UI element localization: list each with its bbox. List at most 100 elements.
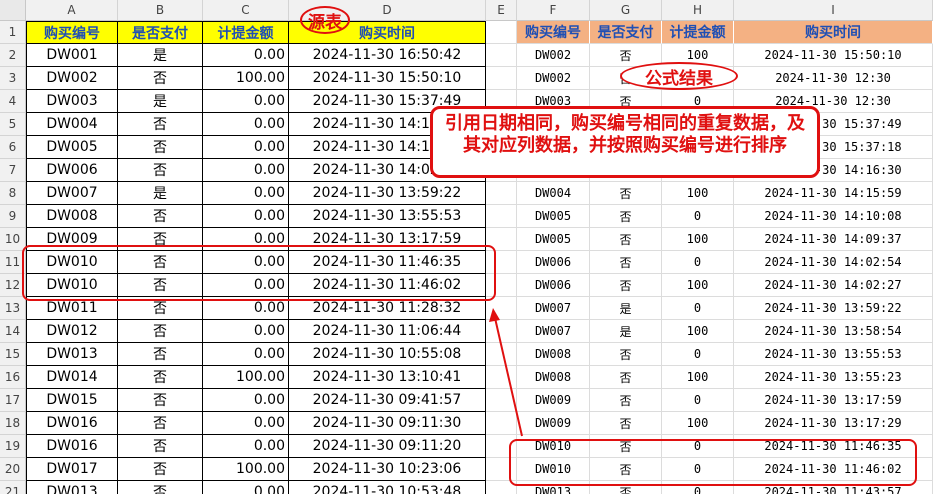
row-header-4[interactable]: 4 <box>0 90 26 113</box>
source-cell[interactable]: 2024-11-30 10:53:48 <box>289 481 486 494</box>
source-cell[interactable]: DW006 <box>26 159 118 182</box>
row-header-13[interactable]: 13 <box>0 297 26 320</box>
result-cell[interactable]: 是 <box>590 297 662 320</box>
row-header-17[interactable]: 17 <box>0 389 26 412</box>
source-cell[interactable]: 2024-11-30 10:55:08 <box>289 343 486 366</box>
row-header-19[interactable]: 19 <box>0 435 26 458</box>
row-header-20[interactable]: 20 <box>0 458 26 481</box>
source-cell[interactable]: 2024-11-30 13:55:53 <box>289 205 486 228</box>
cell-e14[interactable] <box>486 320 517 343</box>
source-cell[interactable]: DW017 <box>26 458 118 481</box>
source-cell[interactable]: 0.00 <box>203 320 289 343</box>
source-cell[interactable]: 否 <box>118 389 203 412</box>
result-cell[interactable]: 2024-11-30 14:02:54 <box>734 251 933 274</box>
source-cell[interactable]: DW016 <box>26 435 118 458</box>
row-header-14[interactable]: 14 <box>0 320 26 343</box>
column-header-b[interactable]: B <box>118 0 203 21</box>
cell-e2[interactable] <box>486 44 517 67</box>
result-cell[interactable]: DW005 <box>517 205 590 228</box>
result-header-3[interactable]: 购买时间 <box>734 21 933 44</box>
column-header-i[interactable]: I <box>734 0 933 21</box>
cell-e17[interactable] <box>486 389 517 412</box>
cell-e15[interactable] <box>486 343 517 366</box>
result-cell[interactable]: 否 <box>590 389 662 412</box>
source-cell[interactable]: 是 <box>118 44 203 67</box>
source-cell[interactable]: DW013 <box>26 481 118 494</box>
result-cell[interactable]: DW007 <box>517 297 590 320</box>
source-cell[interactable]: 0.00 <box>203 205 289 228</box>
result-cell[interactable]: DW005 <box>517 228 590 251</box>
result-cell[interactable]: 2024-11-30 13:58:54 <box>734 320 933 343</box>
result-header-2[interactable]: 计提金额 <box>662 21 734 44</box>
source-cell[interactable]: 是 <box>118 90 203 113</box>
source-cell[interactable]: 2024-11-30 16:50:42 <box>289 44 486 67</box>
source-cell[interactable]: DW003 <box>26 90 118 113</box>
cell-e3[interactable] <box>486 67 517 90</box>
row-header-8[interactable]: 8 <box>0 182 26 205</box>
source-cell[interactable]: 0.00 <box>203 44 289 67</box>
column-header-c[interactable]: C <box>203 0 289 21</box>
source-cell[interactable]: 100.00 <box>203 67 289 90</box>
result-cell[interactable]: 否 <box>590 251 662 274</box>
result-cell[interactable]: 否 <box>590 366 662 389</box>
result-cell[interactable]: DW008 <box>517 366 590 389</box>
source-cell[interactable]: 0.00 <box>203 412 289 435</box>
source-cell[interactable]: 2024-11-30 09:41:57 <box>289 389 486 412</box>
column-header-a[interactable]: A <box>26 0 118 21</box>
source-cell[interactable]: 否 <box>118 205 203 228</box>
source-cell[interactable]: 100.00 <box>203 458 289 481</box>
source-cell[interactable]: 2024-11-30 09:11:30 <box>289 412 486 435</box>
result-cell[interactable]: DW006 <box>517 251 590 274</box>
result-cell[interactable]: DW009 <box>517 412 590 435</box>
row-header-3[interactable]: 3 <box>0 67 26 90</box>
result-header-1[interactable]: 是否支付 <box>590 21 662 44</box>
result-cell[interactable]: 0 <box>662 389 734 412</box>
result-cell[interactable]: DW006 <box>517 274 590 297</box>
column-header-f[interactable]: F <box>517 0 590 21</box>
source-cell[interactable]: 0.00 <box>203 90 289 113</box>
source-header-0[interactable]: 购买编号 <box>26 21 118 44</box>
source-cell[interactable]: 2024-11-30 09:11:20 <box>289 435 486 458</box>
result-cell[interactable]: 2024-11-30 14:09:37 <box>734 228 933 251</box>
result-cell[interactable]: 2024-11-30 14:02:27 <box>734 274 933 297</box>
source-cell[interactable]: 否 <box>118 435 203 458</box>
source-cell[interactable]: 0.00 <box>203 113 289 136</box>
source-cell[interactable]: 0.00 <box>203 343 289 366</box>
source-cell[interactable]: DW014 <box>26 366 118 389</box>
source-cell[interactable]: 0.00 <box>203 182 289 205</box>
source-cell[interactable]: 否 <box>118 343 203 366</box>
source-cell[interactable]: 否 <box>118 159 203 182</box>
result-cell[interactable]: 2024-11-30 13:59:22 <box>734 297 933 320</box>
cell-e8[interactable] <box>486 182 517 205</box>
result-cell[interactable]: DW002 <box>517 67 590 90</box>
result-cell[interactable]: DW002 <box>517 44 590 67</box>
result-cell[interactable]: 2024-11-30 13:17:59 <box>734 389 933 412</box>
result-cell[interactable]: 0 <box>662 205 734 228</box>
source-cell[interactable]: 0.00 <box>203 481 289 494</box>
select-all-corner[interactable] <box>0 0 26 21</box>
result-cell[interactable]: 2024-11-30 13:55:23 <box>734 366 933 389</box>
result-cell[interactable]: 2024-11-30 15:50:10 <box>734 44 933 67</box>
source-cell[interactable]: DW004 <box>26 113 118 136</box>
result-cell[interactable]: DW008 <box>517 343 590 366</box>
row-header-2[interactable]: 2 <box>0 44 26 67</box>
result-cell[interactable]: 否 <box>590 228 662 251</box>
column-header-g[interactable]: G <box>590 0 662 21</box>
result-cell[interactable]: 100 <box>662 182 734 205</box>
source-cell[interactable]: DW013 <box>26 343 118 366</box>
source-cell[interactable]: 2024-11-30 10:23:06 <box>289 458 486 481</box>
cell-e9[interactable] <box>486 205 517 228</box>
column-header-h[interactable]: H <box>662 0 734 21</box>
row-header-18[interactable]: 18 <box>0 412 26 435</box>
source-cell[interactable]: 否 <box>118 412 203 435</box>
row-header-10[interactable]: 10 <box>0 228 26 251</box>
source-cell[interactable]: 2024-11-30 13:10:41 <box>289 366 486 389</box>
result-cell[interactable]: 100 <box>662 366 734 389</box>
cell-e1[interactable] <box>486 21 517 44</box>
result-cell[interactable]: 100 <box>662 228 734 251</box>
source-cell[interactable]: 否 <box>118 481 203 494</box>
source-cell[interactable]: DW007 <box>26 182 118 205</box>
source-cell[interactable]: 2024-11-30 13:59:22 <box>289 182 486 205</box>
source-cell[interactable]: 否 <box>118 136 203 159</box>
source-cell[interactable]: 0.00 <box>203 136 289 159</box>
